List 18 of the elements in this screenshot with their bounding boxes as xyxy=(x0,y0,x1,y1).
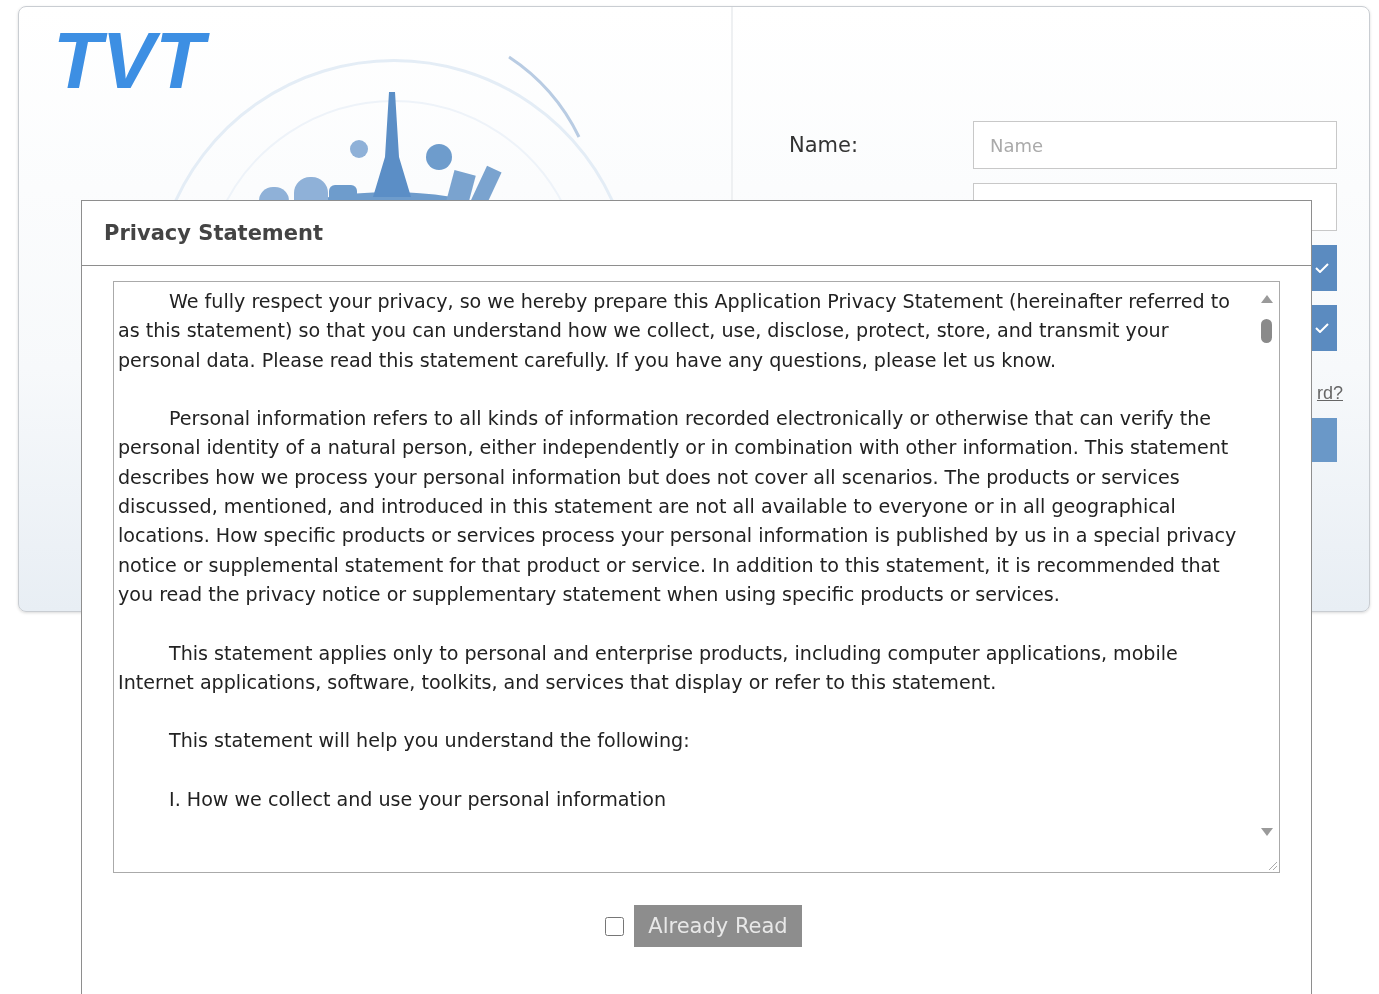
statement-paragraph: This statement will help you understand the following: xyxy=(168,728,691,755)
check-icon xyxy=(1315,263,1329,273)
statement-paragraph: Personal information refers to all kinds of information recorded electronically or otherwise that can verify the personal identity of a natural person, either independently or in combination with other information. This statement describes how we process your personal information but does not cover all scenarios. The products or services discussed, mentioned, and introduced in this statement are not all available to everyone or in all geographical locations. How specific products or services process your personal information is published by us in a special privacy notice or supplemental statement for that product or service. In addition to this statement, it is recommended that you read the privacy notice or supplementary statement when using specific products or services. xyxy=(118,406,1238,608)
scrollbar-thumb[interactable] xyxy=(1261,319,1272,343)
name-label: Name: xyxy=(789,133,860,157)
forgot-link[interactable]: rd? xyxy=(1317,383,1343,404)
resize-grip-icon[interactable] xyxy=(1266,859,1278,871)
statement-box[interactable] xyxy=(113,281,1280,873)
statement-paragraph: I. How we collect and use your personal information xyxy=(168,787,668,814)
statement-paragraph: This statement applies only to personal and enterprise products, including computer applications, mobile Internet applications, software, toolkits, and services that display or refer to this statement. xyxy=(118,640,1179,696)
statement-paragraph: We fully respect your privacy, so we hereby prepare this Application Privacy Statement (hereinafter referred to as this statement) so that you can understand how we collect, use, disclose, protect, store, and transmit your personal data. Please read this statement carefully. If you have any questions, please let us know. xyxy=(118,289,1231,374)
dialog-title: Privacy Statement xyxy=(104,221,323,245)
scroll-up-icon[interactable] xyxy=(1261,295,1273,303)
logo: TVT xyxy=(47,15,227,109)
name-field[interactable]: Name xyxy=(973,121,1337,169)
scroll-down-icon[interactable] xyxy=(1261,828,1273,836)
check-icon xyxy=(1315,323,1329,333)
agree-checkbox[interactable] xyxy=(605,916,625,936)
